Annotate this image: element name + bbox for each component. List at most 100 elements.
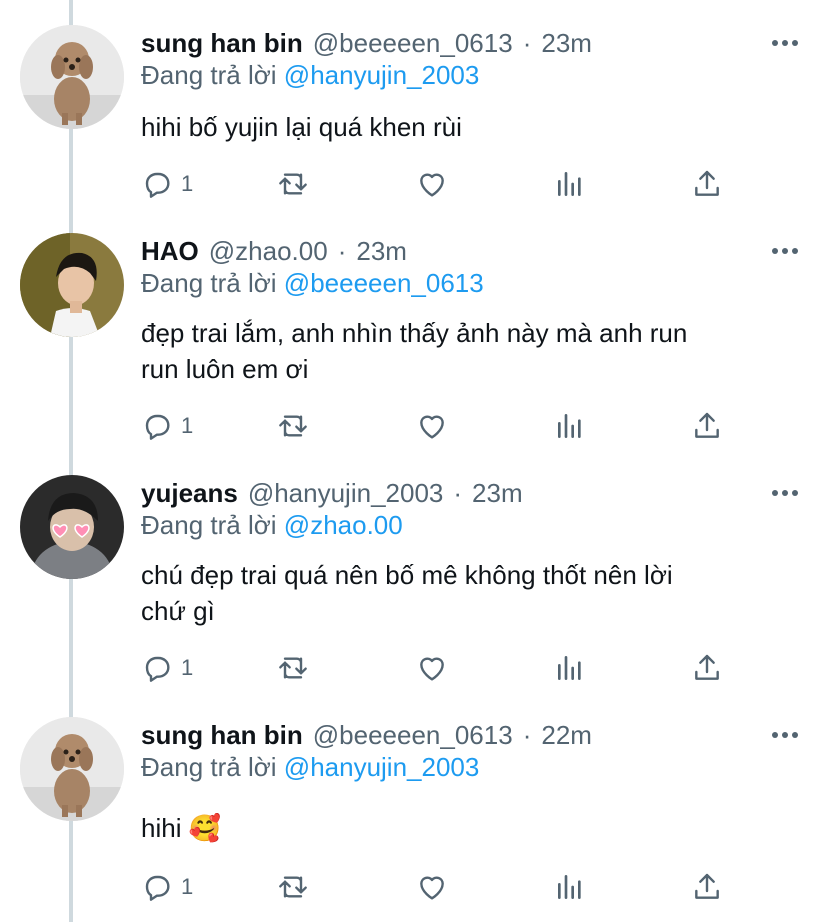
analytics-button[interactable] xyxy=(554,166,586,202)
retweet-icon xyxy=(279,876,307,898)
share-icon xyxy=(695,873,719,899)
timestamp[interactable]: 23m xyxy=(541,28,592,59)
tweet-text: hihi 🥰 xyxy=(141,810,781,846)
reply-button[interactable]: 1 xyxy=(141,166,193,202)
reply-count: 1 xyxy=(181,874,194,899)
tweet-header: HAO @zhao.00 · 23m xyxy=(141,233,407,269)
user-handle[interactable]: @beeeeen_0613 xyxy=(313,28,513,59)
user-handle[interactable]: @beeeeen_0613 xyxy=(313,720,513,751)
tweet-text-line: run luôn em ơi xyxy=(141,354,309,384)
share-icon xyxy=(695,170,719,196)
separator-dot: · xyxy=(522,27,532,58)
tweet-actions: 1 xyxy=(141,869,741,905)
reply-count: 1 xyxy=(181,171,194,196)
separator-dot: · xyxy=(337,235,347,266)
tweet-text: đẹp trai lắm, anh nhìn thấy ảnh này mà a… xyxy=(141,315,781,387)
reply-button[interactable]: 1 xyxy=(141,408,193,444)
display-name[interactable]: sung han bin xyxy=(141,720,303,751)
reply-icon xyxy=(145,414,170,440)
reply-button[interactable]: 1 xyxy=(141,869,193,905)
replying-to-label: Đang trả lời xyxy=(141,268,277,298)
user-handle[interactable]: @zhao.00 xyxy=(209,236,328,267)
reply-mention-link[interactable]: @hanyujin_2003 xyxy=(284,752,480,782)
more-options-icon[interactable] xyxy=(772,483,798,503)
replying-to-label: Đang trả lời xyxy=(141,752,277,782)
heart-icon xyxy=(420,415,444,439)
separator-dot: · xyxy=(522,719,532,750)
reply-mention-link[interactable]: @beeeeen_0613 xyxy=(284,268,484,298)
retweet-button[interactable] xyxy=(277,650,309,686)
user-handle[interactable]: @hanyujin_2003 xyxy=(248,478,444,509)
tweet-actions: 1 xyxy=(141,166,741,202)
timestamp[interactable]: 22m xyxy=(541,720,592,751)
avatar[interactable] xyxy=(20,475,124,579)
young-man-avatar-image xyxy=(20,233,124,337)
tweet-text-line: chú đẹp trai quá nên bố mê không thốt nê… xyxy=(141,560,673,590)
heart-icon xyxy=(420,657,444,681)
tweet-text-line: hihi bố yujin lại quá khen rùi xyxy=(141,112,462,142)
tweet-header: sung han bin @beeeeen_0613 · 22m xyxy=(141,717,592,753)
reply-icon xyxy=(145,656,170,682)
poodle-avatar-image xyxy=(20,717,124,821)
tweet-actions: 1 xyxy=(141,408,741,444)
replying-to-label: Đang trả lời xyxy=(141,510,277,540)
heart-icon xyxy=(420,876,444,900)
retweet-button[interactable] xyxy=(277,166,309,202)
separator-dot: · xyxy=(453,477,463,508)
heart-icon xyxy=(420,173,444,197)
tweet-header: yujeans @hanyujin_2003 · 23m xyxy=(141,475,523,511)
retweet-icon xyxy=(279,173,307,195)
share-icon xyxy=(695,412,719,438)
like-button[interactable] xyxy=(416,869,448,905)
tweet-header: sung han bin @beeeeen_0613 · 23m xyxy=(141,25,592,61)
reply-button[interactable]: 1 xyxy=(141,650,193,686)
replying-to: Đang trả lời @hanyujin_2003 xyxy=(141,752,479,783)
reply-count: 1 xyxy=(181,655,194,680)
like-button[interactable] xyxy=(416,650,448,686)
avatar[interactable] xyxy=(20,717,124,821)
analytics-icon xyxy=(558,172,581,196)
analytics-icon xyxy=(558,414,581,438)
timestamp[interactable]: 23m xyxy=(472,478,523,509)
retweet-button[interactable] xyxy=(277,408,309,444)
more-options-icon[interactable] xyxy=(772,725,798,745)
display-name[interactable]: sung han bin xyxy=(141,28,303,59)
retweet-icon xyxy=(279,657,307,679)
retweet-button[interactable] xyxy=(277,869,309,905)
timestamp[interactable]: 23m xyxy=(356,236,407,267)
tweet-text-line: hihi 🥰 xyxy=(141,813,222,843)
share-button[interactable] xyxy=(691,650,723,686)
replying-to: Đang trả lời @beeeeen_0613 xyxy=(141,268,484,299)
reply-mention-link[interactable]: @hanyujin_2003 xyxy=(284,60,480,90)
like-button[interactable] xyxy=(416,166,448,202)
replying-to: Đang trả lời @zhao.00 xyxy=(141,510,403,541)
analytics-button[interactable] xyxy=(554,650,586,686)
share-icon xyxy=(695,654,719,680)
analytics-button[interactable] xyxy=(554,869,586,905)
share-button[interactable] xyxy=(691,408,723,444)
tweet-text: hihi bố yujin lại quá khen rùi xyxy=(141,109,781,145)
display-name[interactable]: HAO xyxy=(141,236,199,267)
tweet-text: chú đẹp trai quá nên bố mê không thốt nê… xyxy=(141,557,781,629)
avatar[interactable] xyxy=(20,233,124,337)
share-button[interactable] xyxy=(691,166,723,202)
like-button[interactable] xyxy=(416,408,448,444)
more-options-icon[interactable] xyxy=(772,33,798,53)
retweet-icon xyxy=(279,415,307,437)
reply-count: 1 xyxy=(181,413,194,438)
reply-mention-link[interactable]: @zhao.00 xyxy=(284,510,403,540)
heart-glasses-avatar-image xyxy=(20,475,124,579)
analytics-icon xyxy=(558,875,581,899)
reply-icon xyxy=(145,172,170,198)
display-name[interactable]: yujeans xyxy=(141,478,238,509)
avatar[interactable] xyxy=(20,25,124,129)
replying-to-label: Đang trả lời xyxy=(141,60,277,90)
tweet-text-line: đẹp trai lắm, anh nhìn thấy ảnh này mà a… xyxy=(141,318,688,348)
analytics-button[interactable] xyxy=(554,408,586,444)
tweet-text-line: chứ gì xyxy=(141,596,215,626)
share-button[interactable] xyxy=(691,869,723,905)
poodle-avatar-image xyxy=(20,25,124,129)
tweet-actions: 1 xyxy=(141,650,741,686)
more-options-icon[interactable] xyxy=(772,241,798,261)
reply-icon xyxy=(145,875,170,901)
